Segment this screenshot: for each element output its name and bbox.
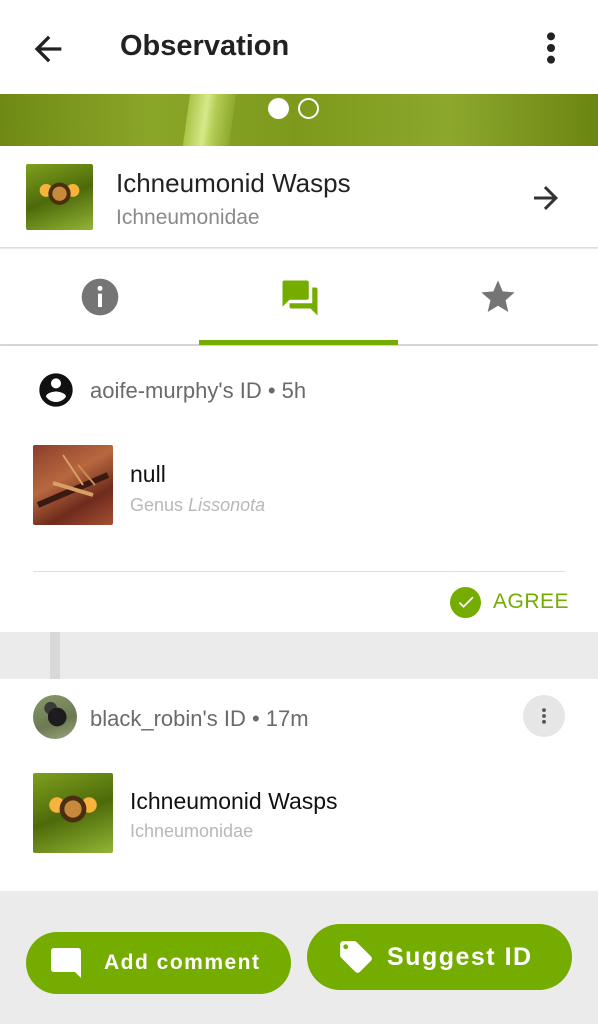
taxon-name: Ichneumonid Wasps — [116, 168, 351, 198]
check-circle-icon — [450, 586, 481, 618]
chat-icon — [282, 280, 318, 316]
active-tab-indicator — [199, 340, 398, 345]
identification-rank-name: Genus Lissonota — [130, 495, 265, 516]
suggest-id-button[interactable]: Suggest ID — [307, 924, 572, 990]
identification-card: aoife-murphy's ID • 5h null Genus Lisson… — [0, 346, 598, 632]
agree-button[interactable]: AGREE — [450, 586, 569, 618]
arrow-back-icon[interactable] — [28, 29, 68, 69]
taxon-header[interactable]: Ichneumonid Wasps Ichneumonidae — [0, 146, 598, 248]
tab-bar — [0, 249, 598, 345]
avatar[interactable] — [33, 695, 77, 739]
add-comment-label: Add comment — [104, 951, 261, 974]
wasp-photo — [36, 454, 110, 508]
star-icon — [481, 280, 515, 312]
app-bar: Observation — [0, 0, 598, 94]
tab-info[interactable] — [0, 249, 199, 345]
identification-thumbnail — [33, 773, 113, 853]
id-options-button[interactable] — [523, 695, 565, 737]
more-vert-icon[interactable] — [536, 28, 566, 68]
taxon-rank: Genus — [130, 495, 184, 515]
comment-icon — [51, 948, 81, 978]
taxon-scientific-name: Lissonota — [188, 495, 266, 515]
identifier-header[interactable]: aoife-murphy's ID • 5h — [90, 378, 306, 404]
identification-name[interactable]: null — [130, 461, 166, 488]
identification-scientific-name: Ichneumonidae — [130, 821, 254, 841]
observation-photo[interactable] — [0, 94, 598, 146]
taxon-thumbnail — [26, 164, 93, 230]
photo-stem — [181, 94, 237, 146]
account-circle-icon — [39, 373, 73, 407]
pager-dot-active[interactable] — [268, 98, 289, 119]
page-title: Observation — [120, 30, 290, 62]
taxon-scientific-name: Ichneumonidae — [116, 206, 260, 229]
add-comment-button[interactable]: Add comment — [26, 932, 291, 994]
identification-name[interactable]: Ichneumonid Wasps — [130, 788, 338, 815]
arrow-forward-icon[interactable] — [528, 180, 564, 216]
pager-dot[interactable] — [298, 98, 319, 119]
tab-activity[interactable] — [199, 249, 398, 345]
tab-favorites[interactable] — [398, 249, 597, 345]
divider — [33, 571, 565, 572]
info-icon — [81, 278, 119, 316]
timeline-connector — [50, 632, 60, 679]
agree-label: AGREE — [493, 590, 570, 613]
identification-thumbnail — [33, 445, 113, 525]
suggest-id-label: Suggest ID — [387, 942, 533, 971]
tag-icon — [340, 941, 372, 973]
identification-card: black_robin's ID • 17m Ichneumonid Wasps… — [0, 679, 598, 891]
more-vert-icon — [542, 708, 546, 724]
identifier-header[interactable]: black_robin's ID • 17m — [90, 706, 309, 732]
